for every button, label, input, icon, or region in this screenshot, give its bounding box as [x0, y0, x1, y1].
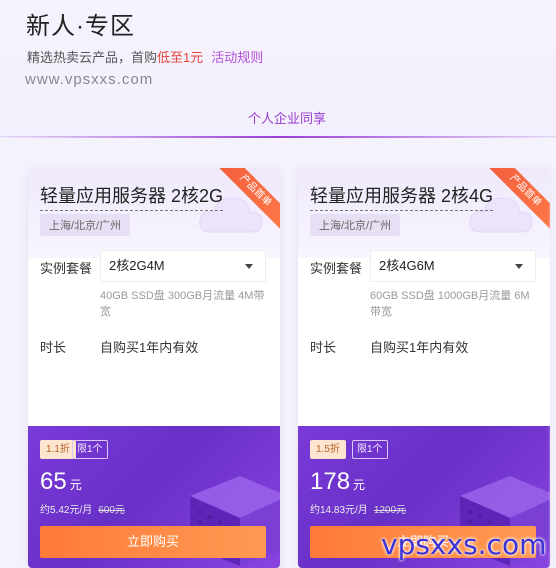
chevron-down-icon: [245, 264, 253, 269]
price: 65 元: [40, 468, 82, 496]
subtitle-text: 精选热卖云产品，首购: [27, 50, 158, 65]
package-spec: 60GB SSD盘 1000GB月流量 6M带宽: [370, 290, 530, 318]
price-value: 65: [40, 468, 67, 495]
limit-badge: 限1个: [72, 440, 108, 459]
region-tag: 上海/北京/广州: [310, 214, 401, 236]
limit-badge: 限1个: [352, 440, 388, 459]
package-label: 实例套餐: [310, 261, 363, 276]
edge-fade: [548, 138, 556, 568]
monthly-value: 约5.42元/月: [40, 505, 93, 516]
duration-label: 时长: [40, 340, 67, 355]
package-select[interactable]: 2核4G6M: [370, 250, 536, 282]
monthly-price: 约14.83元/月 1200元: [310, 501, 406, 516]
buy-now-button[interactable]: 立即购买: [40, 526, 266, 558]
discount-badge: 1.5折: [310, 440, 346, 459]
duration-value: 自购买1年内有效: [370, 340, 469, 355]
original-price: 1200元: [373, 505, 407, 516]
rules-link[interactable]: 活动规则: [211, 50, 263, 65]
product-title: 轻量应用服务器 2核2G: [40, 182, 224, 211]
product-title: 轻量应用服务器 2核4G: [310, 182, 494, 211]
promo-header: 新人·专区 精选热卖云产品，首购低至1元 活动规则 www.vpsxxs.com …: [0, 0, 556, 137]
page-title: 新人·专区: [26, 13, 135, 40]
product-card: 产品首单 轻量应用服务器 2核4G 上海/北京/广州 实例套餐 2核4G6M 6…: [298, 168, 550, 568]
subtitle-highlight: 低至1元: [157, 50, 204, 65]
chevron-down-icon: [515, 264, 523, 269]
package-spec: 40GB SSD盘 300GB月流量 4M带宽: [100, 290, 265, 318]
package-value: 2核4G6M: [379, 258, 435, 273]
promo-subtitle: 精选热卖云产品，首购低至1元 活动规则: [27, 47, 263, 66]
price-unit: 元: [353, 478, 366, 492]
discount-badge: 1.1折: [40, 440, 76, 459]
price-unit: 元: [69, 478, 82, 492]
tab-underline: [0, 136, 556, 138]
package-value: 2核2G4M: [109, 258, 165, 273]
product-card: 产品首单 轻量应用服务器 2核2G 上海/北京/广州 实例套餐 2核2G4M 4…: [28, 168, 280, 568]
region-tag: 上海/北京/广州: [40, 214, 131, 236]
monthly-value: 约14.83元/月: [310, 505, 368, 516]
site-watermark: www.vpsxxs.com: [25, 71, 154, 88]
duration-value: 自购买1年内有效: [100, 340, 199, 355]
original-price: 600元: [98, 505, 125, 516]
package-select[interactable]: 2核2G4M: [100, 250, 266, 282]
price: 178 元: [310, 468, 365, 496]
monthly-price: 约5.42元/月 600元: [40, 501, 125, 516]
tab-personal-enterprise[interactable]: 个人企业同享: [248, 108, 326, 127]
package-label: 实例套餐: [40, 261, 93, 276]
price-panel: 1.1折 限1个 65 元 约5.42元/月 600元 立即购买: [28, 426, 280, 568]
footer-watermark: vpsxxs.com: [381, 528, 547, 561]
price-value: 178: [310, 468, 351, 495]
duration-label: 时长: [310, 340, 337, 355]
